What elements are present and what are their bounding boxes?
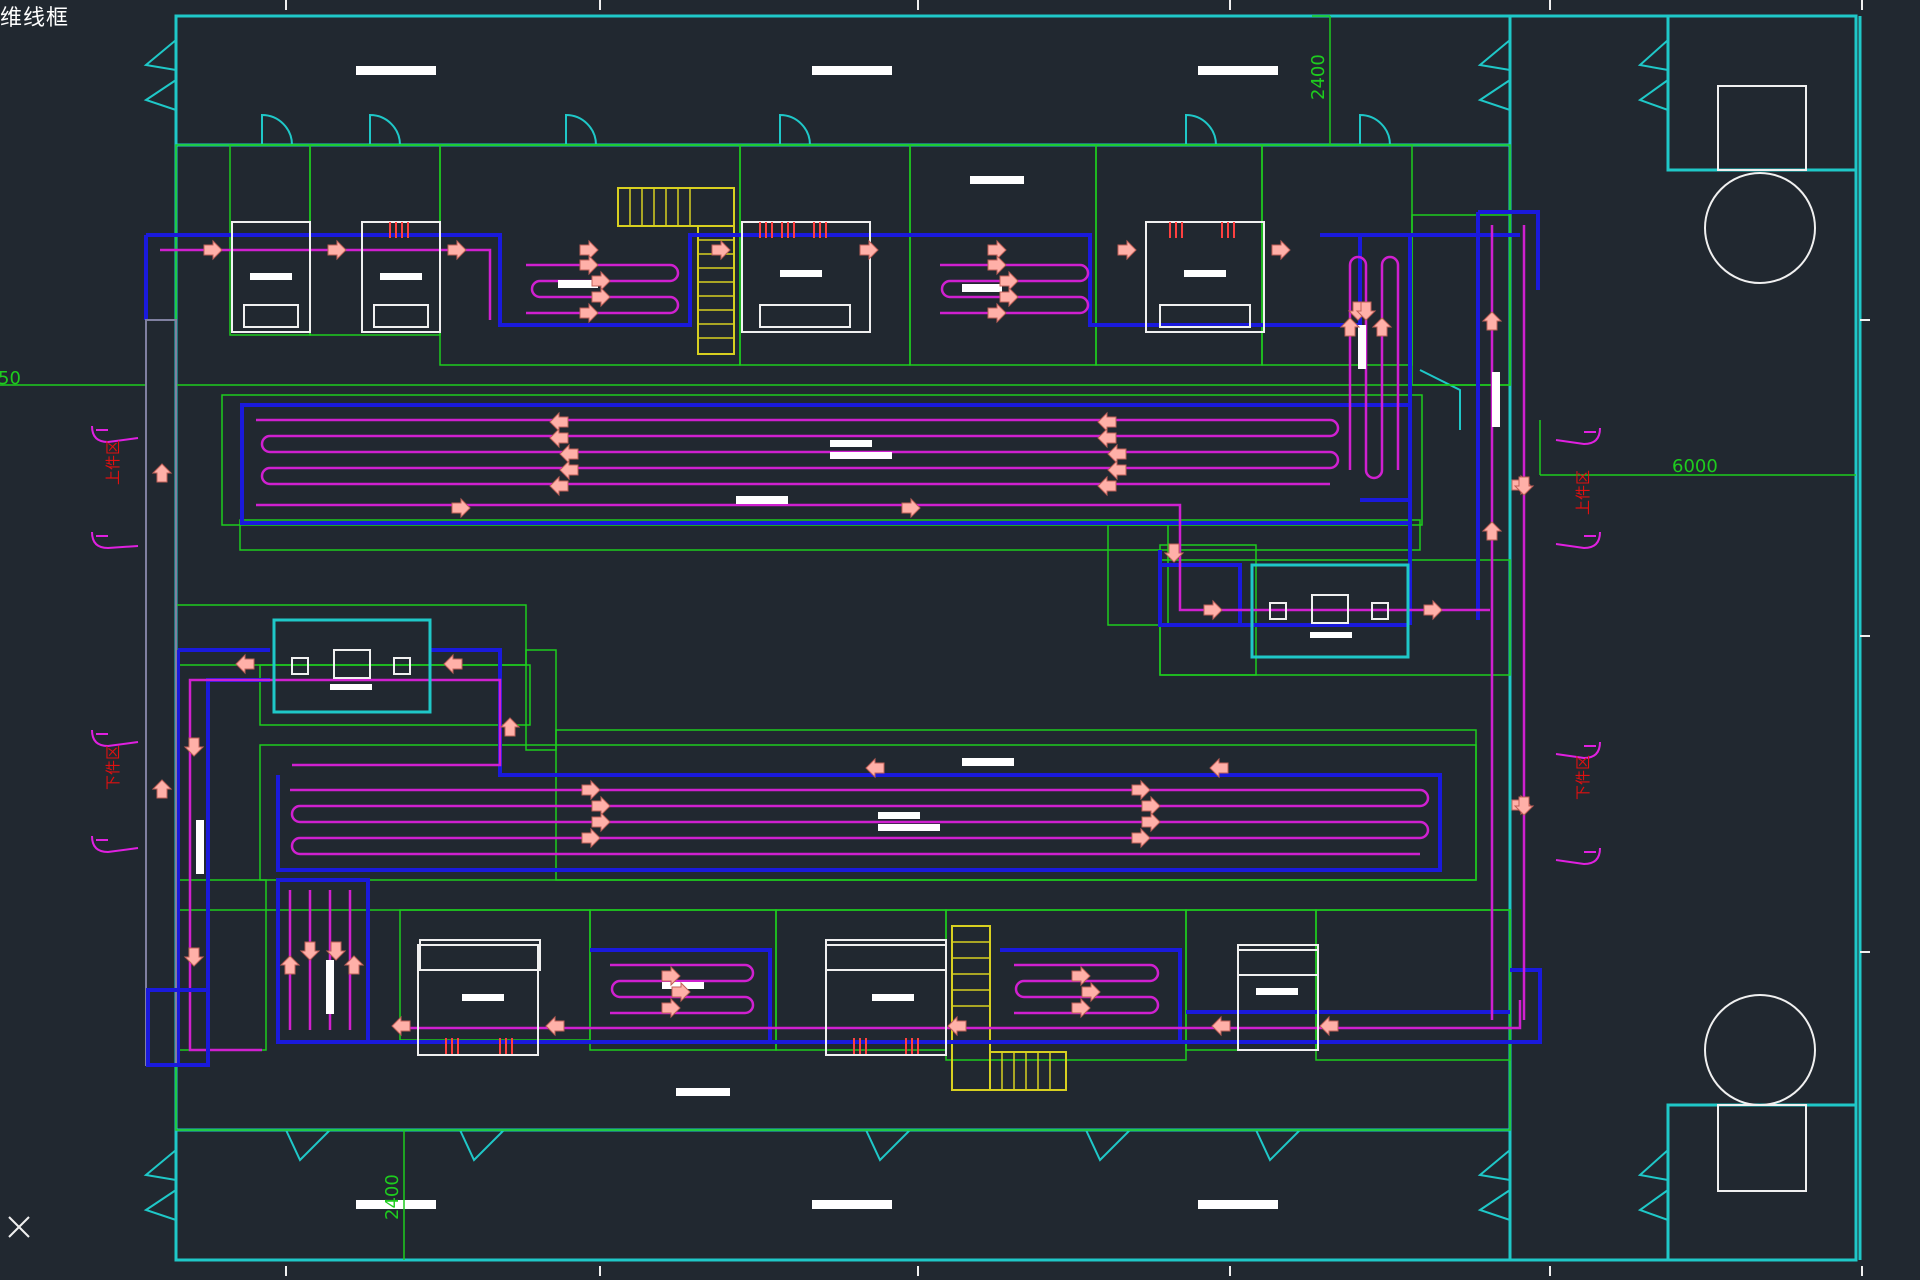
right-equipment-pads bbox=[1666, 14, 1858, 1262]
control-cabinets bbox=[272, 563, 1410, 714]
conveyor-lines bbox=[144, 210, 1542, 1067]
dim-left-edge: 50 bbox=[0, 368, 21, 389]
dim-right-width: 6000 bbox=[1672, 456, 1718, 477]
dim-top-height: 2400 bbox=[1308, 54, 1329, 100]
equipment-units bbox=[231, 221, 1319, 1056]
equipment-labels bbox=[196, 270, 1500, 1014]
zone-label-upper-right: 上件区 bbox=[1574, 470, 1592, 515]
room-label-bars bbox=[356, 66, 1278, 1209]
zone-label-lower-right: 下件区 bbox=[1574, 755, 1592, 800]
heater-coils bbox=[389, 222, 1235, 1054]
cad-drawing-canvas[interactable]: 2400 2400 6000 50 上件区 下件区 上件区 下件区 bbox=[0, 0, 1920, 1280]
dimension-lines bbox=[0, 15, 1856, 1260]
hanger-markers bbox=[91, 425, 1601, 866]
zone-label-upper-left: 上件区 bbox=[104, 440, 122, 485]
close-x-icon[interactable] bbox=[4, 1212, 34, 1242]
dim-bottom-height: 2400 bbox=[382, 1174, 403, 1220]
cabinet-labels bbox=[330, 632, 1352, 690]
zone-label-lower-left: 下件区 bbox=[104, 745, 122, 790]
border-ticks bbox=[285, 0, 1870, 1276]
